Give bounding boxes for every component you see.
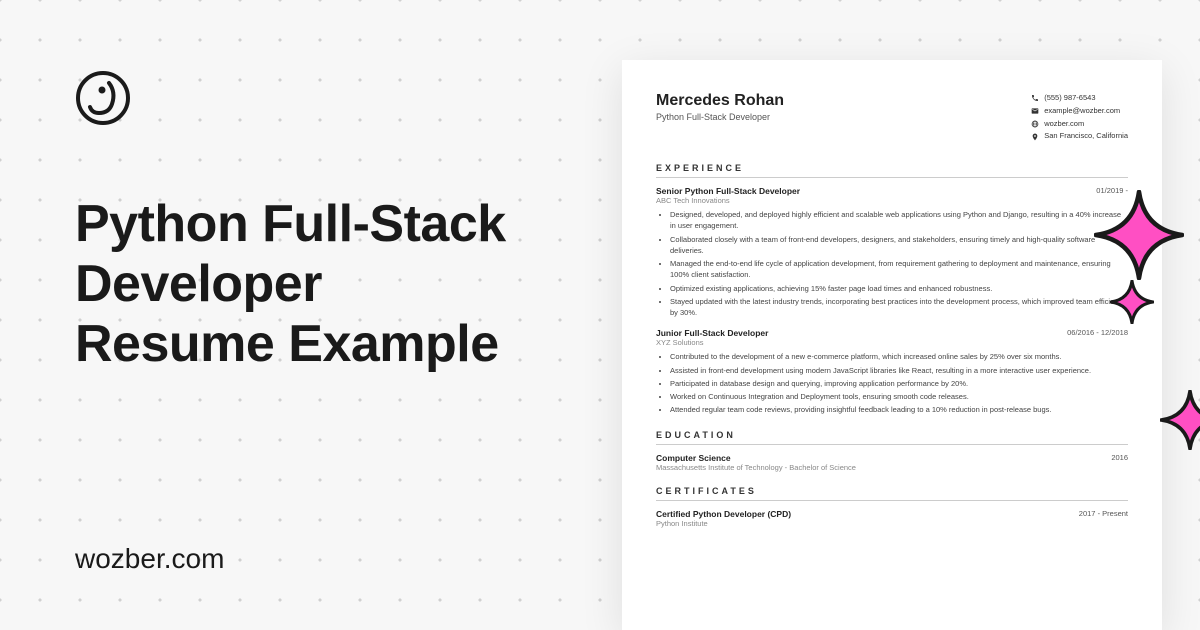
job-title: Junior Full-Stack Developer <box>656 328 768 338</box>
site-url: wozber.com <box>75 543 224 575</box>
wozber-logo-icon <box>75 70 131 131</box>
bullet: Worked on Continuous Integration and Dep… <box>670 391 1128 402</box>
job-bullets: Designed, developed, and deployed highly… <box>656 209 1128 318</box>
email-icon <box>1031 107 1039 115</box>
contact-email: example@wozber.com <box>1044 105 1120 118</box>
bullet: Stayed updated with the latest industry … <box>670 296 1128 319</box>
education-year: 2016 <box>1111 453 1128 463</box>
page-title: Python Full-Stack Developer Resume Examp… <box>75 195 506 374</box>
bullet: Assisted in front-end development using … <box>670 365 1128 376</box>
certificate-item: Certified Python Developer (CPD) 2017 - … <box>656 509 1128 519</box>
education-school: Massachusetts Institute of Technology - … <box>656 463 1128 472</box>
bullet: Contributed to the development of a new … <box>670 351 1128 362</box>
job-company: ABC Tech Innovations <box>656 196 1128 205</box>
left-panel: Python Full-Stack Developer Resume Examp… <box>75 0 575 630</box>
job-title: Senior Python Full-Stack Developer <box>656 186 800 196</box>
phone-icon <box>1031 94 1039 102</box>
resume-header: Mercedes Rohan Python Full-Stack Develop… <box>656 92 1128 143</box>
bullet: Optimized existing applications, achievi… <box>670 283 1128 294</box>
job-bullets: Contributed to the development of a new … <box>656 351 1128 415</box>
section-experience: EXPERIENCE <box>656 163 1128 178</box>
section-certificates: CERTIFICATES <box>656 486 1128 501</box>
sparkle-icon <box>1160 390 1200 455</box>
job-company: XYZ Solutions <box>656 338 1128 347</box>
job-item: Senior Python Full-Stack Developer 01/20… <box>656 186 1128 318</box>
job-item: Junior Full-Stack Developer 06/2016 - 12… <box>656 328 1128 415</box>
web-icon <box>1031 120 1039 128</box>
location-icon <box>1031 133 1039 141</box>
sparkle-icon <box>1094 190 1184 285</box>
headline-line-3: Resume Example <box>75 315 506 375</box>
bullet: Participated in database design and quer… <box>670 378 1128 389</box>
resume-role: Python Full-Stack Developer <box>656 112 784 122</box>
certificate-name: Certified Python Developer (CPD) <box>656 509 791 519</box>
bullet: Attended regular team code reviews, prov… <box>670 404 1128 415</box>
resume-name: Mercedes Rohan <box>656 92 784 110</box>
bullet: Managed the end-to-end life cycle of app… <box>670 258 1128 281</box>
bullet: Collaborated closely with a team of fron… <box>670 234 1128 257</box>
contact-web: wozber.com <box>1044 118 1084 131</box>
education-degree: Computer Science <box>656 453 731 463</box>
job-date: 06/2016 - 12/2018 <box>1067 328 1128 338</box>
resume-contact: (555) 987-6543 example@wozber.com wozber… <box>1031 92 1128 143</box>
bullet: Designed, developed, and deployed highly… <box>670 209 1128 232</box>
headline-line-2: Developer <box>75 255 506 315</box>
certificate-date: 2017 - Present <box>1079 509 1128 519</box>
contact-phone: (555) 987-6543 <box>1044 92 1095 105</box>
sparkle-icon <box>1110 280 1154 329</box>
contact-location: San Francisco, California <box>1044 130 1128 143</box>
education-item: Computer Science 2016 <box>656 453 1128 463</box>
resume-preview: Mercedes Rohan Python Full-Stack Develop… <box>622 60 1162 630</box>
certificate-issuer: Python Institute <box>656 519 1128 528</box>
section-education: EDUCATION <box>656 430 1128 445</box>
headline-line-1: Python Full-Stack <box>75 195 506 255</box>
